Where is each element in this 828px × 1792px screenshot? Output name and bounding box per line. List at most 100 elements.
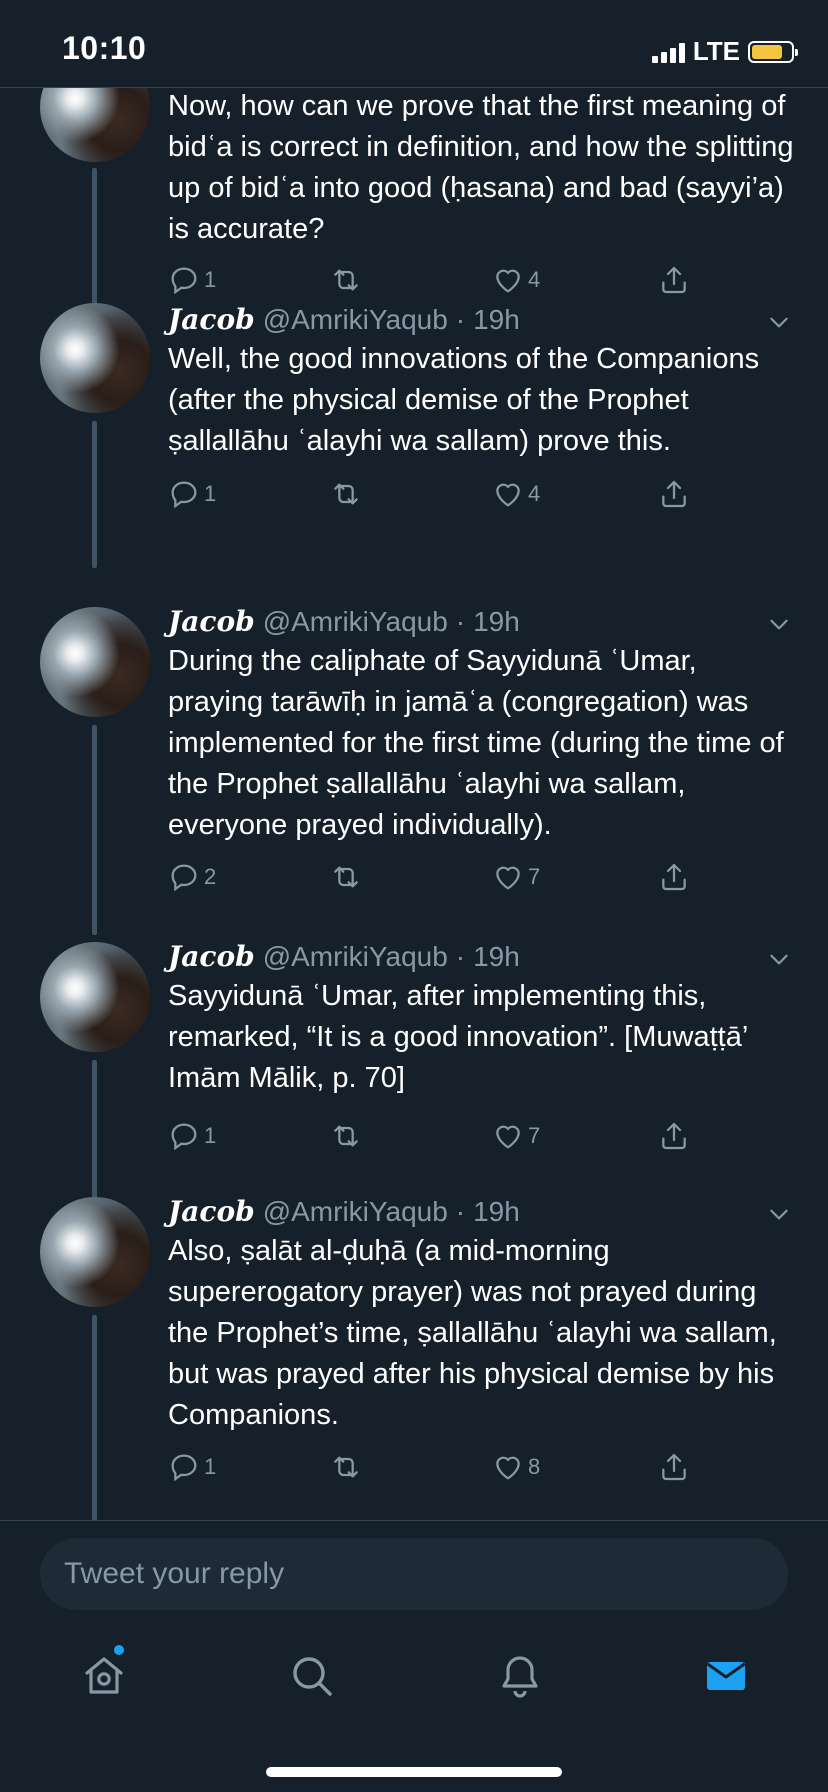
like-count: 7 — [528, 864, 541, 889]
reply-button[interactable]: 1 — [168, 1120, 216, 1152]
tweet-actions: 1 4 — [168, 264, 728, 304]
like-button[interactable]: 7 — [492, 1120, 540, 1152]
heart-icon — [496, 1125, 520, 1149]
network-label: LTE — [692, 36, 740, 66]
search-icon[interactable] — [288, 1652, 336, 1700]
share-button[interactable] — [658, 478, 690, 510]
tweet-text: Also, ṣalāt al-ḍuḥā (a mid-morning super… — [168, 1235, 777, 1431]
retweet-icon — [334, 866, 358, 888]
heart-icon — [496, 1456, 520, 1480]
share-button[interactable] — [658, 1451, 690, 1483]
share-button[interactable] — [658, 861, 690, 893]
author-handle[interactable]: @AmrikiYaqub — [263, 1196, 448, 1228]
author-handle[interactable]: @AmrikiYaqub — [263, 304, 448, 336]
home-notification-dot — [114, 1645, 124, 1655]
home-indicator[interactable] — [266, 1767, 562, 1777]
like-count: 4 — [528, 481, 541, 506]
reply-count: 1 — [204, 1123, 217, 1148]
tweet-text: Sayyidunā ʿUmar, after implementing this… — [168, 980, 748, 1094]
chevron-down-icon[interactable] — [766, 611, 792, 637]
author-name[interactable]: Jacob — [168, 605, 255, 638]
retweet-button[interactable] — [329, 1451, 363, 1483]
avatar[interactable] — [40, 88, 150, 162]
share-icon — [662, 480, 686, 508]
tweet-header: Jacob @AmrikiYaqub · 19h — [168, 303, 520, 336]
chevron-down-icon[interactable] — [766, 946, 792, 972]
author-name[interactable]: Jacob — [168, 1195, 255, 1228]
reply-icon — [171, 1454, 197, 1482]
reply-icon — [171, 267, 197, 295]
reply-button[interactable]: 1 — [168, 1451, 216, 1483]
reply-button[interactable]: 2 — [168, 861, 216, 893]
share-icon — [662, 1453, 686, 1481]
retweet-icon — [334, 269, 358, 291]
battery-icon — [748, 40, 798, 63]
like-button[interactable]: 4 — [492, 478, 540, 510]
tweet-actions: 2 7 — [168, 861, 728, 901]
reply-count: 2 — [204, 864, 217, 889]
tweet-header: Jacob @AmrikiYaqub · 19h — [168, 1195, 520, 1228]
thread-line — [92, 725, 97, 935]
mail-icon[interactable] — [702, 1652, 750, 1700]
like-count: 4 — [528, 267, 541, 292]
retweet-button[interactable] — [329, 264, 363, 296]
author-handle[interactable]: @AmrikiYaqub — [263, 941, 448, 973]
share-icon — [662, 863, 686, 891]
like-count: 8 — [528, 1454, 541, 1479]
avatar[interactable] — [40, 942, 150, 1052]
bell-icon[interactable] — [496, 1652, 544, 1700]
author-name[interactable]: Jacob — [168, 940, 255, 973]
status-time: 10:10 — [62, 30, 147, 66]
tweet-thread: Now, how can we prove that the first mea… — [0, 88, 828, 1520]
heart-icon — [496, 483, 520, 507]
tweet-time[interactable]: 19h — [473, 941, 520, 973]
heart-icon — [496, 269, 520, 293]
share-button[interactable] — [658, 264, 690, 296]
retweet-button[interactable] — [329, 1120, 363, 1152]
reply-button[interactable]: 1 — [168, 264, 216, 296]
retweet-icon — [334, 483, 358, 505]
bottom-bar — [0, 1520, 828, 1792]
thread-line — [92, 1315, 97, 1520]
avatar[interactable] — [40, 1197, 150, 1307]
like-count: 7 — [528, 1123, 541, 1148]
retweet-button[interactable] — [329, 478, 363, 510]
reply-icon — [171, 1123, 197, 1151]
retweet-icon — [334, 1125, 358, 1147]
tweet-text: Well, the good innovations of the Compan… — [168, 343, 760, 457]
reply-button[interactable]: 1 — [168, 478, 216, 510]
share-icon — [662, 266, 686, 294]
avatar[interactable] — [40, 303, 150, 413]
share-button[interactable] — [658, 1120, 690, 1152]
author-handle[interactable]: @AmrikiYaqub — [263, 606, 448, 638]
retweet-icon — [334, 1456, 358, 1478]
retweet-button[interactable] — [329, 861, 363, 893]
home-icon[interactable] — [80, 1652, 128, 1700]
reply-count: 1 — [204, 267, 217, 292]
share-icon — [662, 1122, 686, 1150]
reply-count: 1 — [204, 481, 217, 506]
reply-icon — [171, 481, 197, 509]
tweet-time[interactable]: 19h — [473, 1196, 520, 1228]
thread-line — [92, 1060, 97, 1208]
reply-count: 1 — [204, 1454, 217, 1479]
status-indicators: LTE — [651, 36, 798, 67]
tweet-header: Jacob @AmrikiYaqub · 19h — [168, 940, 520, 973]
tweet-time[interactable]: 19h — [473, 304, 520, 336]
tweet-text: During the caliphate of Sayyidunā ʿUmar,… — [168, 645, 784, 841]
reply-divider — [0, 1520, 828, 1521]
tweet-actions: 1 7 — [168, 1120, 728, 1160]
like-button[interactable]: 4 — [492, 264, 540, 296]
like-button[interactable]: 7 — [492, 861, 540, 893]
chevron-down-icon[interactable] — [766, 1201, 792, 1227]
author-name[interactable]: Jacob — [168, 303, 255, 336]
thread-line — [92, 421, 97, 568]
reply-input[interactable] — [40, 1538, 788, 1610]
tweet-time[interactable]: 19h — [473, 606, 520, 638]
like-button[interactable]: 8 — [492, 1451, 540, 1483]
signal-icon — [651, 41, 685, 63]
avatar[interactable] — [40, 607, 150, 717]
reply-icon — [171, 864, 197, 892]
chevron-down-icon[interactable] — [766, 309, 792, 335]
heart-icon — [496, 866, 520, 890]
